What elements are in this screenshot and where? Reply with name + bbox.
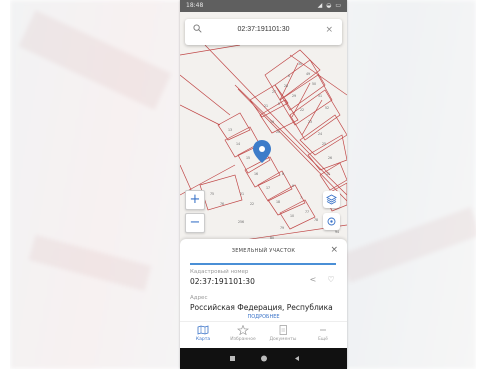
nav-item-more[interactable]: Ещё — [308, 325, 338, 342]
parcel-label: 51 — [318, 94, 322, 98]
system-navigation-bar — [180, 348, 347, 369]
parcel-label: 15 — [246, 156, 250, 160]
parcel-label: 94 — [335, 230, 339, 234]
parcel-label: 22 — [250, 202, 254, 206]
parcel-label: 256 — [238, 220, 244, 224]
parcel-label: 79 — [280, 226, 284, 230]
parcel-label: 75 — [210, 192, 214, 196]
parcel-label: 28 — [284, 84, 288, 88]
nav-item-map[interactable]: Карта — [188, 325, 218, 342]
search-bar[interactable]: 02:37:191101:30 × — [185, 19, 342, 45]
my-location-button[interactable] — [323, 213, 340, 230]
parcel-label: 76 — [220, 202, 224, 206]
parcel-label: 6 — [288, 74, 290, 78]
parcel-label: 14 — [236, 142, 240, 146]
status-time: 18:48 — [186, 2, 204, 9]
phone-screen: 18:48 ◢ ◒ ▭ 30 49 50 51 52 6 28 29 27 5 … — [180, 0, 347, 369]
map-icon — [197, 325, 209, 335]
cadastral-map[interactable]: 30 49 50 51 52 6 28 29 27 5 21 22 23 24 … — [180, 45, 347, 265]
parcel-label: 27 — [272, 90, 276, 94]
nav-item-favorites[interactable]: Избранное — [228, 325, 258, 342]
recents-icon[interactable] — [230, 356, 235, 361]
address-value: Российская Федерация, Республика — [190, 303, 333, 312]
system-nav-buttons — [230, 355, 299, 362]
sheet-progress-bar — [190, 263, 336, 265]
parcel-label: 19 — [270, 120, 274, 124]
parcel-label: 50 — [312, 82, 316, 86]
layers-icon — [326, 194, 337, 205]
parcel-label: 8 — [282, 172, 284, 176]
more-details-link[interactable]: ПОДРОБНЕЕ — [180, 314, 347, 320]
address-label: Адрес — [190, 295, 208, 301]
nav-item-documents[interactable]: Документы — [268, 325, 298, 342]
parcel-label: 78 — [314, 218, 318, 222]
parcel-label: 13 — [228, 128, 232, 132]
parcel-label: 17 — [266, 186, 270, 190]
parcel-label: 5 — [278, 102, 280, 106]
parcel-label: 22 — [300, 108, 304, 112]
parcel-label: 52 — [325, 106, 329, 110]
zoom-in-button[interactable]: + — [185, 190, 205, 210]
video-frame: 18:48 ◢ ◒ ▭ 30 49 50 51 52 6 28 29 27 5 … — [10, 0, 476, 369]
parcel-label: 25 — [322, 142, 326, 146]
parcel-label: 10 — [290, 214, 294, 218]
bottom-navigation: Карта Избранное Документы Ещё — [180, 321, 347, 349]
parcel-label: 26 — [328, 156, 332, 160]
close-icon[interactable]: × — [325, 25, 333, 35]
nav-item-label: Документы — [269, 337, 297, 342]
parcel-label: 18 — [276, 200, 280, 204]
nav-item-label: Избранное — [230, 337, 256, 342]
parcel-label: 9 — [292, 184, 294, 188]
parcel-label: 21 — [240, 192, 244, 196]
document-icon — [279, 325, 287, 335]
zoom-out-button[interactable]: − — [185, 213, 205, 233]
parcel-label: 24 — [318, 132, 322, 136]
parcel-label: 20 — [276, 130, 280, 134]
parcel-label: 7 — [300, 196, 302, 200]
parcel-label: 16 — [254, 172, 258, 176]
nav-item-label: Ещё — [318, 337, 328, 342]
parcel-label: 29 — [292, 94, 296, 98]
heart-icon[interactable]: ♡ — [326, 275, 336, 285]
status-icons: ◢ ◒ ▭ — [317, 2, 342, 9]
sheet-title: Земельный участок — [231, 248, 296, 254]
close-icon[interactable]: × — [330, 245, 338, 255]
status-bar: 18:48 ◢ ◒ ▭ — [180, 0, 347, 12]
search-input[interactable]: 02:37:191101:30 — [185, 26, 342, 33]
parcel-label: 49 — [306, 72, 310, 76]
parcel-label: 77 — [305, 210, 309, 214]
parcel-label: 11 — [326, 172, 330, 176]
star-icon — [237, 325, 249, 335]
layers-button[interactable] — [323, 191, 340, 208]
location-icon — [327, 217, 336, 226]
more-icon — [320, 329, 326, 331]
parcel-label: 21 — [264, 104, 268, 108]
home-icon[interactable] — [261, 355, 267, 362]
nav-item-label: Карта — [195, 337, 211, 342]
cadastral-number-label: Кадастровый номер — [190, 269, 249, 275]
back-icon[interactable] — [295, 356, 299, 361]
parcel-label: 30 — [298, 62, 302, 66]
parcel-label: 23 — [308, 120, 312, 124]
share-icon[interactable]: < — [308, 275, 318, 285]
cadastral-number-value: 02:37:191101:30 — [190, 277, 255, 286]
